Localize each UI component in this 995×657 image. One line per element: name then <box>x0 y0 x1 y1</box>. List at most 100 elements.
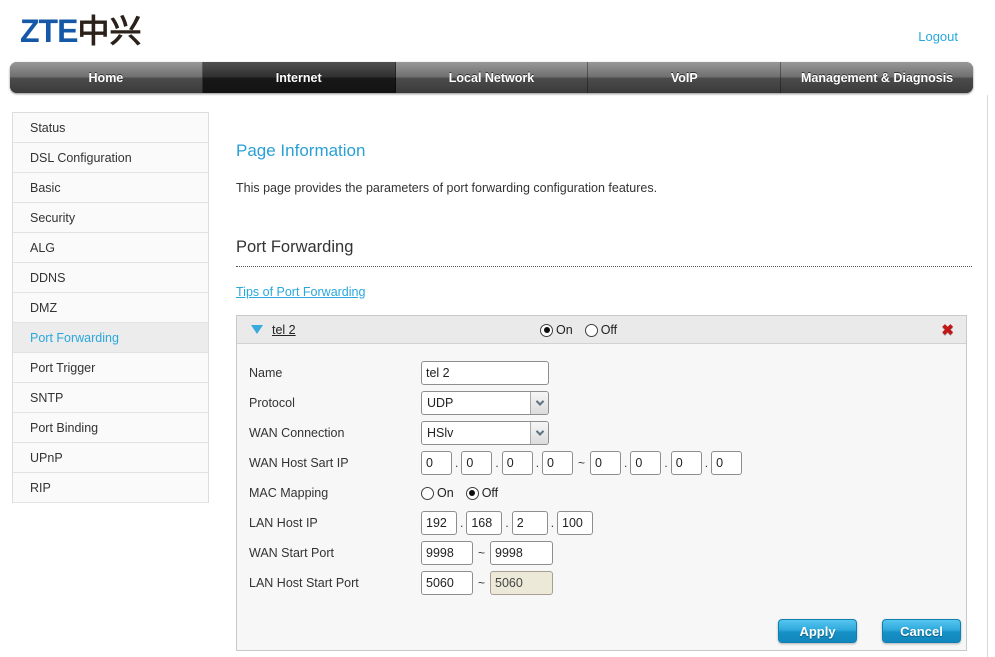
dot-separator: . <box>664 456 667 470</box>
mac-mapping-on-radio[interactable] <box>421 487 434 500</box>
name-label: Name <box>249 366 421 380</box>
protocol-row: Protocol UDP <box>249 388 954 418</box>
dot-separator: . <box>455 456 458 470</box>
zte-logo-chinese: 中兴 <box>77 12 141 50</box>
protocol-selected-value: UDP <box>422 396 530 410</box>
wan-start-port-row: WAN Start Port ~ <box>249 538 954 568</box>
lan-host-ip-octet-2[interactable] <box>466 511 502 535</box>
tips-of-port-forwarding-link[interactable]: Tips of Port Forwarding <box>236 285 365 299</box>
protocol-select[interactable]: UDP <box>421 391 549 415</box>
sidebar-item-dsl-configuration[interactable]: DSL Configuration <box>13 143 208 173</box>
wan-host-end-ip-octet-1[interactable] <box>590 451 621 475</box>
lan-host-start-port-label: LAN Host Start Port <box>249 576 421 590</box>
section-divider <box>236 266 972 267</box>
wan-host-start-ip-octet-2[interactable] <box>461 451 492 475</box>
wan-connection-select[interactable]: HSlv <box>421 421 549 445</box>
sidebar-item-ddns[interactable]: DDNS <box>13 263 208 293</box>
protocol-label: Protocol <box>249 396 421 410</box>
rule-off-label: Off <box>601 323 617 337</box>
lan-host-ip-octet-4[interactable] <box>557 511 593 535</box>
lan-host-ip-octet-1[interactable] <box>421 511 457 535</box>
dot-separator: . <box>495 456 498 470</box>
wan-host-ip-label: WAN Host Sart IP <box>249 456 421 470</box>
wan-host-end-ip-octet-4[interactable] <box>711 451 742 475</box>
dot-separator: . <box>505 516 508 530</box>
wan-host-end-ip-octet-2[interactable] <box>630 451 661 475</box>
main-nav: Home Internet Local Network VoIP Managem… <box>10 62 973 93</box>
chevron-down-icon <box>535 397 543 405</box>
wan-connection-dropdown-button[interactable] <box>530 422 548 444</box>
wan-host-end-ip-octet-3[interactable] <box>671 451 702 475</box>
sidebar-item-rip[interactable]: RIP <box>13 473 208 503</box>
wan-start-port-from-input[interactable] <box>421 541 473 565</box>
wan-start-port-label: WAN Start Port <box>249 546 421 560</box>
wan-connection-label: WAN Connection <box>249 426 421 440</box>
port-forwarding-rule-panel: tel 2 On Off ✖ Name Protocol UDP WAN Con… <box>236 315 967 651</box>
wan-host-ip-row: WAN Host Sart IP . . . ~ . . . <box>249 448 954 478</box>
dot-separator: . <box>705 456 708 470</box>
sidebar-item-status[interactable]: Status <box>13 113 208 143</box>
sidebar-item-port-trigger[interactable]: Port Trigger <box>13 353 208 383</box>
sidebar-item-security[interactable]: Security <box>13 203 208 233</box>
rule-off-radio[interactable] <box>585 324 598 337</box>
wan-host-start-ip-octet-1[interactable] <box>421 451 452 475</box>
page-description: This page provides the parameters of por… <box>236 181 657 195</box>
mac-mapping-row: MAC Mapping On Off <box>249 478 954 508</box>
sidebar-item-port-binding[interactable]: Port Binding <box>13 413 208 443</box>
dot-separator: . <box>536 456 539 470</box>
wan-host-start-ip-octet-3[interactable] <box>502 451 533 475</box>
sidebar-item-basic[interactable]: Basic <box>13 173 208 203</box>
lan-host-ip-octet-3[interactable] <box>512 511 548 535</box>
nav-tab-home[interactable]: Home <box>10 62 203 93</box>
sidebar-item-upnp[interactable]: UPnP <box>13 443 208 473</box>
mac-mapping-label: MAC Mapping <box>249 486 421 500</box>
mac-mapping-off-label: Off <box>482 486 498 500</box>
lan-host-start-port-row: LAN Host Start Port ~ <box>249 568 954 598</box>
lan-host-ip-label: LAN Host IP <box>249 516 421 530</box>
apply-button[interactable]: Apply <box>778 619 857 643</box>
sidebar-item-sntp[interactable]: SNTP <box>13 383 208 413</box>
sidebar: Status DSL Configuration Basic Security … <box>12 112 209 503</box>
range-separator: ~ <box>578 456 585 470</box>
mac-mapping-off-radio[interactable] <box>466 487 479 500</box>
dot-separator: . <box>551 516 554 530</box>
nav-tab-local-network[interactable]: Local Network <box>396 62 589 93</box>
sidebar-item-alg[interactable]: ALG <box>13 233 208 263</box>
dot-separator: . <box>624 456 627 470</box>
mac-mapping-on-label: On <box>437 486 454 500</box>
rule-on-radio[interactable] <box>540 324 553 337</box>
wan-start-port-to-input[interactable] <box>490 541 553 565</box>
range-separator: ~ <box>478 546 485 560</box>
sidebar-item-dmz[interactable]: DMZ <box>13 293 208 323</box>
sidebar-item-port-forwarding[interactable]: Port Forwarding <box>13 323 208 353</box>
name-row: Name <box>249 358 954 388</box>
nav-tab-internet[interactable]: Internet <box>203 62 396 93</box>
protocol-dropdown-button[interactable] <box>530 392 548 414</box>
name-input[interactable] <box>421 361 549 385</box>
collapse-triangle-icon[interactable] <box>251 325 263 334</box>
nav-tab-voip[interactable]: VoIP <box>588 62 781 93</box>
rule-header: tel 2 On Off ✖ <box>237 316 966 344</box>
zte-logo: ZTE中兴 <box>20 6 141 52</box>
rule-name-link[interactable]: tel 2 <box>272 323 296 337</box>
rule-on-label: On <box>556 323 573 337</box>
dot-separator: . <box>460 516 463 530</box>
chevron-down-icon <box>535 427 543 435</box>
cancel-button[interactable]: Cancel <box>882 619 961 643</box>
range-separator: ~ <box>478 576 485 590</box>
wan-connection-selected-value: HSlv <box>422 426 530 440</box>
delete-rule-icon[interactable]: ✖ <box>941 321 954 339</box>
nav-tab-management-diagnosis[interactable]: Management & Diagnosis <box>781 62 973 93</box>
section-title: Port Forwarding <box>236 238 353 257</box>
lan-host-start-port-from-input[interactable] <box>421 571 473 595</box>
wan-connection-row: WAN Connection HSlv <box>249 418 954 448</box>
wan-host-start-ip-octet-4[interactable] <box>542 451 573 475</box>
page-title: Page Information <box>236 141 365 161</box>
lan-host-ip-row: LAN Host IP . . . <box>249 508 954 538</box>
zte-logo-latin: ZTE <box>20 13 77 49</box>
logout-link[interactable]: Logout <box>918 29 958 44</box>
rule-form: Name Protocol UDP WAN Connection HSlv WA… <box>237 344 966 598</box>
rule-enable-radios: On Off <box>540 316 629 344</box>
page-right-edge <box>987 95 988 657</box>
lan-host-start-port-to-input <box>490 571 553 595</box>
